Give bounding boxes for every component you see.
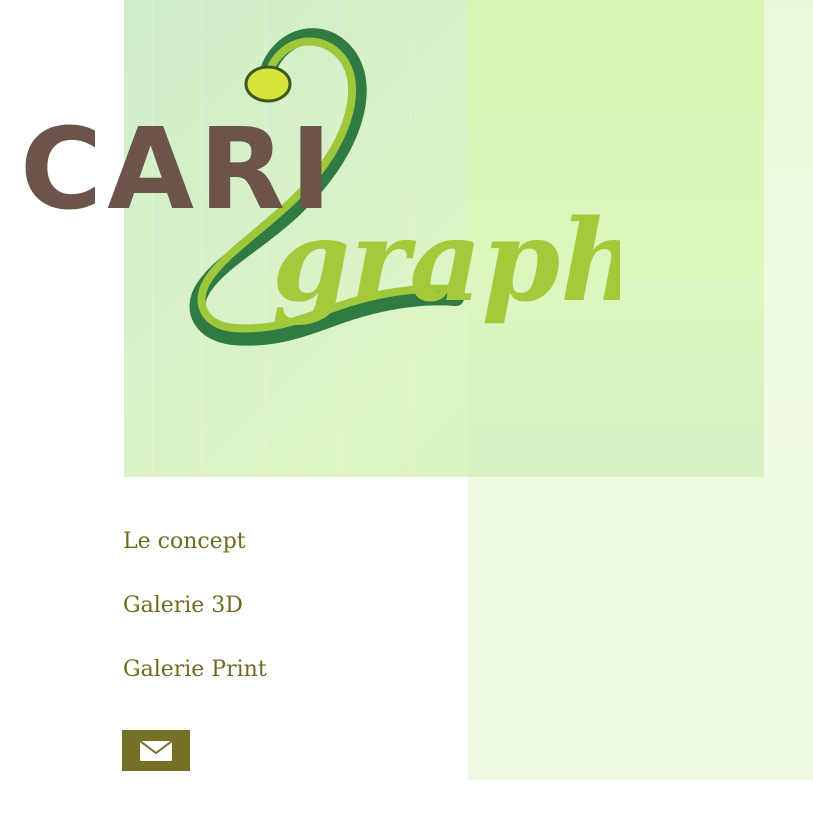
site-logo: CARI graph <box>20 28 620 346</box>
nav-link-galerie-3d[interactable]: Galerie 3D <box>123 591 423 621</box>
contact-email-button[interactable] <box>122 730 190 771</box>
envelope-icon <box>139 739 173 761</box>
logo-wordmark-graph: graph <box>272 196 620 327</box>
main-navigation: Le concept Galerie 3D Galerie Print <box>123 527 423 719</box>
nav-link-le-concept[interactable]: Le concept <box>123 527 423 557</box>
nav-link-galerie-print[interactable]: Galerie Print <box>123 655 423 685</box>
